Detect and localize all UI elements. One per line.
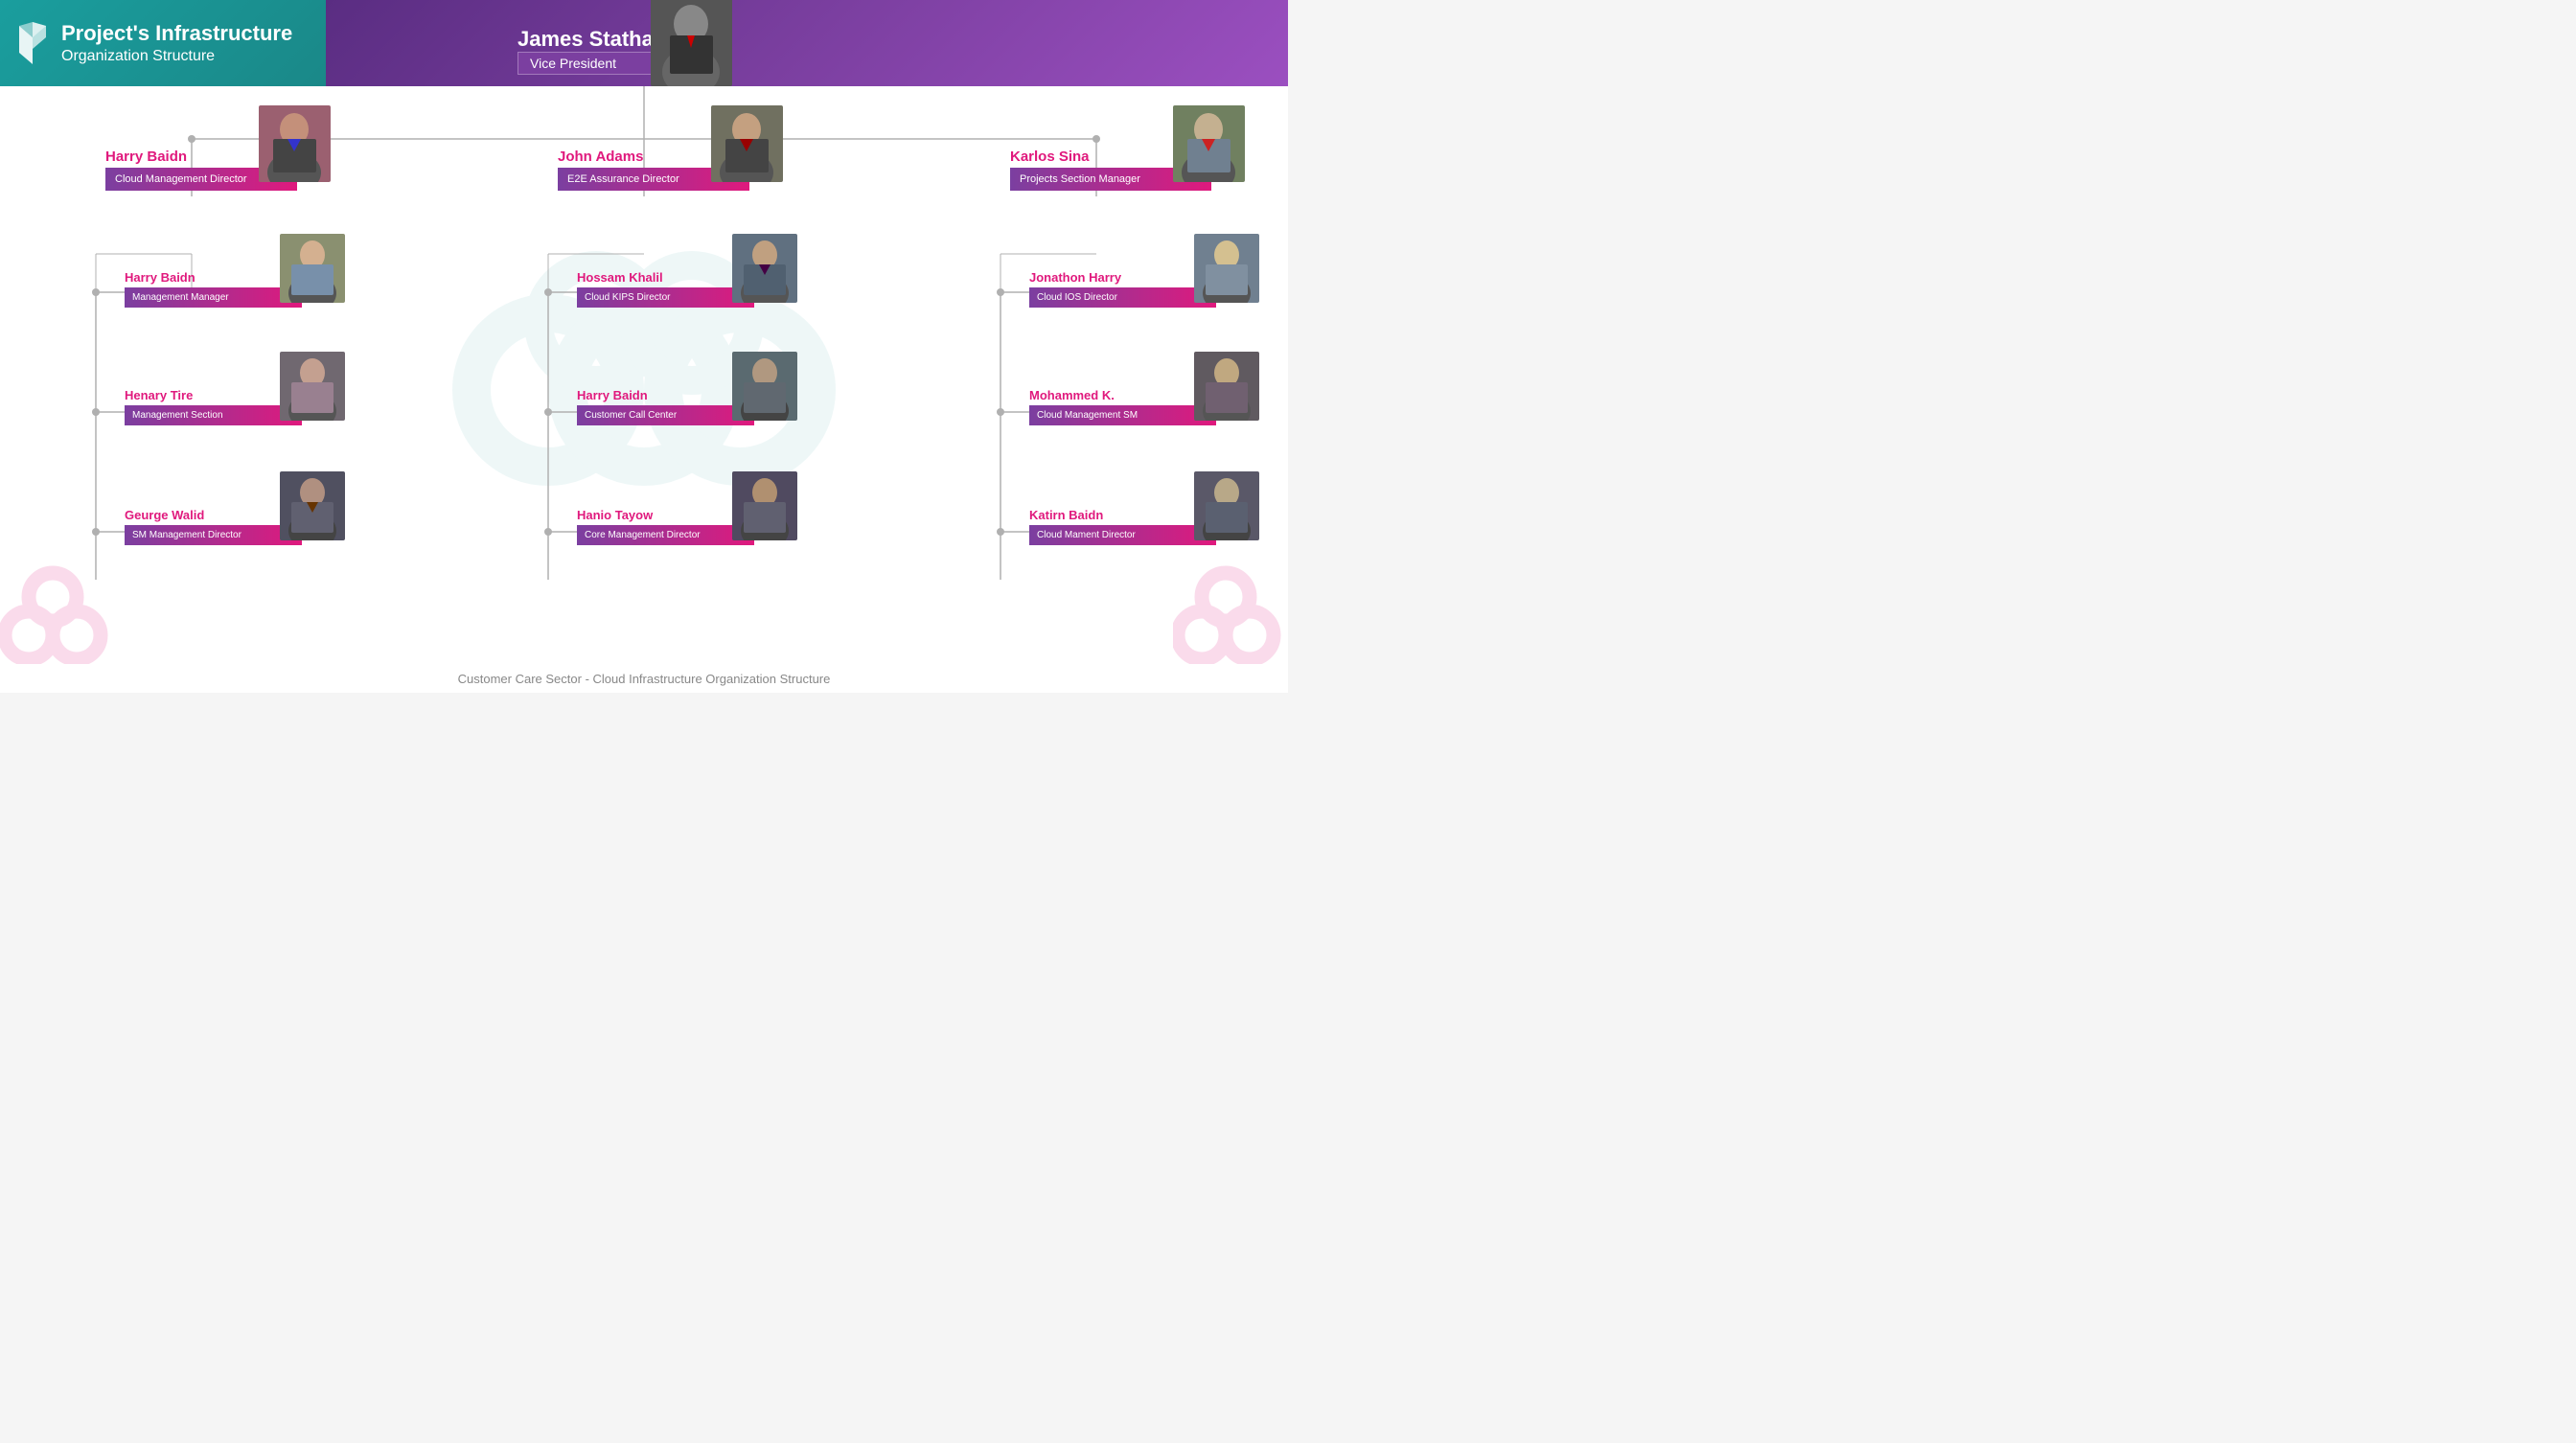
left-director-photo	[259, 105, 331, 182]
left-report3-card: Geurge Walid SM Management Director	[125, 508, 335, 545]
right-report3-card: Katirn Baidn Cloud Mament Director	[1029, 508, 1250, 545]
vp-photo	[651, 0, 732, 86]
corner-decor-br	[1173, 549, 1288, 664]
right-report2-card: Mohammed K. Cloud Management SM	[1029, 388, 1250, 425]
vp-title-badge: Vice President	[518, 52, 672, 75]
center-report1-card: Hossam Khalil Cloud KIPS Director	[577, 270, 788, 308]
left-report2-role: Management Section	[125, 405, 302, 425]
logo-icon	[15, 22, 50, 64]
left-report1-role: Management Manager	[125, 287, 302, 308]
right-director-photo	[1173, 105, 1245, 182]
header: Project's Infrastructure Organization St…	[0, 0, 1288, 86]
right-report2-role: Cloud Management SM	[1029, 405, 1216, 425]
corner-decor-bl	[0, 549, 115, 664]
center-report3-role: Core Management Director	[577, 525, 754, 545]
right-director-card: Karlos Sina Projects Section Manager	[1010, 149, 1230, 191]
main-content: Harry Baidn Cloud Management Director Ha…	[0, 86, 1288, 693]
header-left: Project's Infrastructure Organization St…	[0, 0, 326, 86]
right-report2-photo	[1194, 352, 1259, 421]
center-report3-photo	[732, 471, 797, 540]
left-report3-photo	[280, 471, 345, 540]
right-report1-photo	[1194, 234, 1259, 303]
vp-name: James Statham	[518, 27, 672, 52]
center-report1-role: Cloud KIPS Director	[577, 287, 754, 308]
center-report2-role: Customer Call Center	[577, 405, 754, 425]
center-report1-photo	[732, 234, 797, 303]
right-report3-role: Cloud Mament Director	[1029, 525, 1216, 545]
left-report1-card: Harry Baidn Management Manager	[125, 270, 335, 308]
footer-text: Customer Care Sector - Cloud Infrastruct…	[458, 672, 831, 686]
center-director-card: John Adams E2E Assurance Director	[558, 149, 769, 191]
center-report2-photo	[732, 352, 797, 421]
left-report3-role: SM Management Director	[125, 525, 302, 545]
title-main: Project's Infrastructure	[61, 21, 292, 46]
center-report2-card: Harry Baidn Customer Call Center	[577, 388, 788, 425]
left-director-card: Harry Baidn Cloud Management Director	[105, 149, 316, 191]
header-title-block: Project's Infrastructure Organization St…	[61, 21, 292, 65]
right-report3-photo	[1194, 471, 1259, 540]
title-sub: Organization Structure	[61, 47, 292, 65]
left-report2-card: Henary Tire Management Section	[125, 388, 335, 425]
right-report1-card: Jonathon Harry Cloud IOS Director	[1029, 270, 1250, 308]
footer: Customer Care Sector - Cloud Infrastruct…	[0, 664, 1288, 693]
header-right: James Statham Vice President	[326, 0, 1288, 86]
right-report1-role: Cloud IOS Director	[1029, 287, 1216, 308]
left-report1-photo	[280, 234, 345, 303]
center-report3-card: Hanio Tayow Core Management Director	[577, 508, 788, 545]
vp-info: James Statham Vice President	[518, 27, 672, 75]
center-director-photo	[711, 105, 783, 182]
left-report2-photo	[280, 352, 345, 421]
